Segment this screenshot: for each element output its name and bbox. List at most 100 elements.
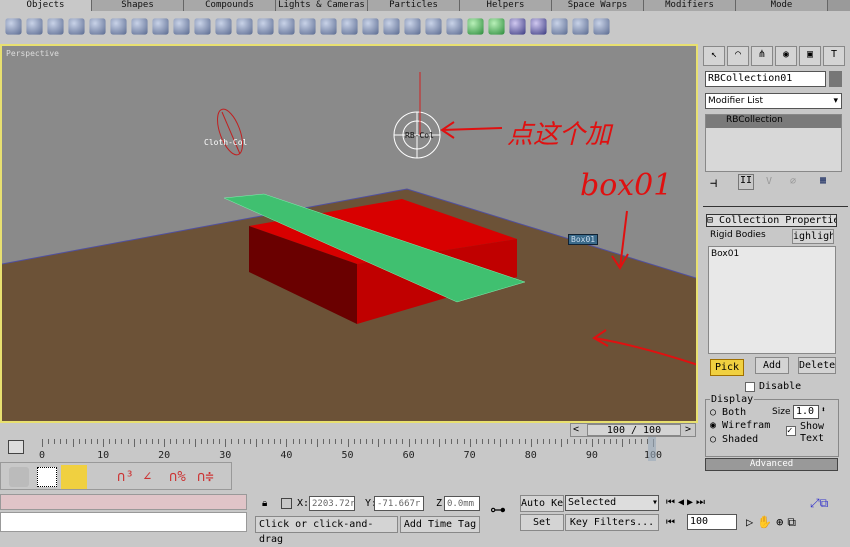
pick-button[interactable]: Pick [710, 359, 744, 376]
spindle-icon[interactable] [299, 17, 316, 35]
show-text-checkbox[interactable]: ✓ [786, 426, 796, 436]
tri-patch-icon[interactable] [488, 17, 505, 35]
tab-lights-cameras[interactable]: Lights & Cameras [276, 0, 368, 11]
time-slider-label[interactable]: 100 / 100 [587, 424, 681, 436]
goto-start-icon[interactable]: ⏮ [666, 517, 675, 528]
lock-icon[interactable]: 🔒︎ [262, 498, 267, 509]
pyramid-icon[interactable] [173, 17, 190, 35]
next-frame-icon[interactable]: > [685, 424, 691, 435]
create-tab-icon[interactable]: ↖ [703, 46, 725, 66]
disable-checkbox[interactable] [745, 382, 755, 392]
spring-icon[interactable] [593, 17, 610, 35]
timeline[interactable]: 0102030405060708090100 [0, 437, 700, 463]
modifier-list-dropdown[interactable]: Modifier List ▾ [705, 93, 842, 109]
delete-button[interactable]: Delete [798, 357, 836, 374]
set-key-button[interactable]: Set Key [520, 514, 564, 531]
hierarchy-tab-icon[interactable]: ⋔ [751, 46, 773, 66]
rollout-collection-properties[interactable]: ⊟ Collection Propertie [706, 214, 837, 227]
list-item[interactable]: Box01 [709, 247, 835, 261]
utilities-tab-icon[interactable]: T [823, 46, 845, 66]
size-spinner-icon[interactable]: ⬍ [821, 405, 826, 414]
highlight-button[interactable]: ighligh [792, 229, 834, 244]
select-object-icon[interactable] [9, 467, 29, 487]
key-filters-button[interactable]: Key Filters... [565, 514, 659, 531]
snap-3-icon[interactable]: ∩³ [117, 469, 134, 485]
tab-modifiers[interactable]: Modifiers [644, 0, 736, 11]
tab-particles[interactable]: Particles [368, 0, 460, 11]
display-tab-icon[interactable]: ▣ [799, 46, 821, 66]
rigid-bodies-list[interactable]: Box01 [708, 246, 836, 354]
show-end-result-icon[interactable]: II [738, 174, 754, 190]
tab-space-warps[interactable]: Space Warps [552, 0, 644, 11]
perspective-viewport[interactable]: Perspective Cloth-Col RB-Col Box01 点这个加 … [0, 44, 698, 423]
prism-icon[interactable] [446, 17, 463, 35]
radio-shaded[interactable]: ○ Shaded [710, 434, 758, 445]
modify-tab-icon[interactable]: ◠ [727, 46, 749, 66]
maxscript-listener-white[interactable] [0, 512, 247, 532]
shaded-box-icon[interactable] [61, 465, 87, 489]
gengon-icon[interactable] [320, 17, 337, 35]
angle-snap-icon[interactable]: ∠ [143, 469, 151, 485]
capsule-icon[interactable] [257, 17, 274, 35]
y-coord-field[interactable]: -71.667r [374, 496, 424, 511]
tab-compounds[interactable]: Compounds [184, 0, 276, 11]
nurbs-cv-icon[interactable] [530, 17, 547, 35]
configure-sets-icon[interactable]: ▦ [820, 175, 826, 186]
nurbs-icon[interactable] [509, 17, 526, 35]
c-ext-icon[interactable] [425, 17, 442, 35]
radio-both[interactable]: ○ Both [710, 407, 746, 418]
add-button[interactable]: Add [755, 357, 789, 374]
spinner-snap-icon[interactable]: ∩≑ [197, 469, 214, 485]
ringwave-icon[interactable] [341, 17, 358, 35]
object-color-swatch[interactable] [829, 71, 842, 87]
tube-icon[interactable] [152, 17, 169, 35]
chevron-down-icon[interactable]: ▾ [833, 94, 841, 108]
make-unique-icon[interactable]: V [766, 176, 772, 187]
radio-wireframe[interactable]: ◉ Wirefram [710, 420, 770, 431]
modifier-stack[interactable]: RBCollection [705, 114, 842, 172]
timeline-cursor[interactable] [648, 437, 656, 461]
patch-icon[interactable] [467, 17, 484, 35]
percent-snap-icon[interactable]: ∩% [169, 469, 186, 485]
key-mode-dropdown[interactable]: Selected ▾ [565, 495, 659, 511]
cylinder-icon[interactable] [47, 17, 64, 35]
key-icon[interactable]: ⊶ [490, 500, 506, 519]
torus-icon[interactable] [68, 17, 85, 35]
size-field[interactable]: 1.0 [793, 405, 819, 419]
zoom-extents-icon[interactable]: ⤢⧉ [810, 496, 828, 511]
maxscript-listener-pink[interactable] [0, 494, 247, 510]
auto-key-button[interactable]: Auto Key [520, 495, 564, 512]
teapot-icon[interactable] [89, 17, 106, 35]
chevron-down-icon[interactable]: ▾ [652, 496, 658, 510]
z-coord-field[interactable]: 0.0mm [444, 496, 480, 511]
cone-icon[interactable] [110, 17, 127, 35]
oiltank-icon[interactable] [278, 17, 295, 35]
advanced-rollout[interactable]: Advanced [705, 458, 838, 471]
plane-icon[interactable] [194, 17, 211, 35]
viewport-nav-icons[interactable]: ▷✋⊕⧉ [746, 515, 800, 530]
motion-tab-icon[interactable]: ◉ [775, 46, 797, 66]
remove-modifier-icon[interactable]: ⌀ [790, 176, 796, 187]
tab-mode[interactable]: Mode [736, 0, 828, 11]
add-time-tag-button[interactable]: Add Time Tag [400, 516, 480, 533]
stack-item-rbcollection[interactable]: RBCollection [706, 115, 841, 128]
isolate-icon[interactable] [37, 467, 57, 487]
hedra-icon[interactable] [215, 17, 232, 35]
dynamics-icon[interactable] [572, 17, 589, 35]
pin-stack-icon[interactable]: ⊣ [710, 176, 717, 190]
time-slider[interactable]: < 100 / 100 > [570, 423, 696, 437]
chamfer-cyl-icon[interactable] [383, 17, 400, 35]
current-frame-field[interactable]: 100 [687, 514, 737, 530]
l-ext-icon[interactable] [404, 17, 421, 35]
torus-knot-icon[interactable] [362, 17, 379, 35]
tab-objects[interactable]: Objects [0, 0, 92, 11]
curve-editor-icon[interactable] [8, 440, 24, 454]
viewport-label[interactable]: Perspective [6, 49, 59, 58]
absolute-mode-icon[interactable] [281, 498, 292, 509]
playback-controls[interactable]: ⏮◀▶⏭ [666, 497, 708, 508]
object-name-field[interactable]: RBCollection01 [705, 71, 826, 87]
tab-helpers[interactable]: Helpers [460, 0, 552, 11]
tab-shapes[interactable]: Shapes [92, 0, 184, 11]
box-icon[interactable] [5, 17, 22, 35]
chamfer-box-icon[interactable] [236, 17, 253, 35]
